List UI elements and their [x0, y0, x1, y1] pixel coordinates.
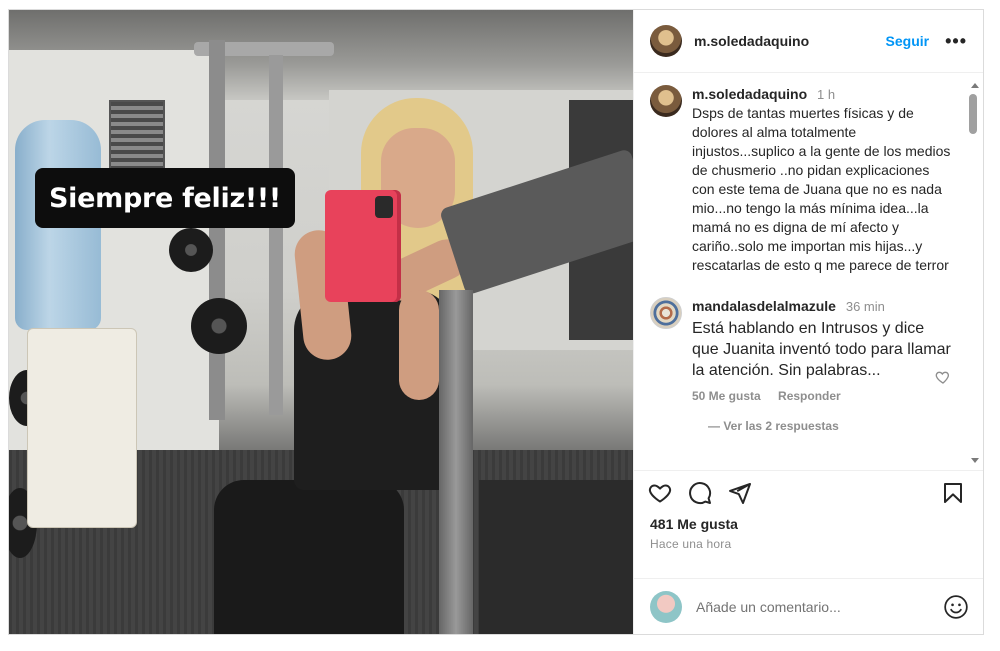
instagram-post: Siempre feliz!!! m.soledadaquino Seguir …: [8, 9, 984, 635]
comment-item: mandalasdelalmazule 36 min Está hablando…: [650, 297, 955, 403]
weight-machine-frame: [209, 40, 225, 420]
post-actions: [634, 471, 983, 515]
like-count[interactable]: 481 Me gusta: [634, 515, 983, 533]
scroll-thumb[interactable]: [969, 94, 977, 134]
add-comment-bar: [634, 578, 983, 634]
weight-plate: [169, 228, 213, 272]
phone-camera: [375, 196, 393, 218]
comment-icon[interactable]: [686, 479, 714, 507]
commenter-username[interactable]: mandalasdelalmazule: [692, 298, 836, 314]
emoji-icon[interactable]: [943, 594, 969, 620]
follow-button[interactable]: Seguir: [886, 33, 930, 49]
comments-scrollbar[interactable]: [969, 83, 981, 463]
weight-plate: [191, 298, 247, 354]
caption-time[interactable]: 1 h: [817, 87, 835, 102]
caption-body: m.soledadaquino 1 h Dsps de tantas muert…: [692, 85, 955, 275]
story-text-sticker: Siempre feliz!!!: [35, 168, 295, 228]
comment-likes-link[interactable]: 50 Me gusta: [692, 389, 761, 403]
bookmark-icon[interactable]: [939, 479, 967, 507]
comment-meta: mandalasdelalmazule 36 min: [692, 297, 955, 316]
heart-icon[interactable]: [646, 479, 674, 507]
commenter-avatar[interactable]: [650, 297, 682, 329]
person-arm: [399, 290, 439, 400]
more-icon[interactable]: •••: [945, 32, 967, 50]
comment-text: Está hablando en Intrusos y dice que Jua…: [692, 320, 951, 379]
person-legs: [214, 480, 404, 634]
caption-meta: m.soledadaquino 1 h: [692, 85, 955, 104]
author-username[interactable]: m.soledadaquino: [694, 33, 809, 49]
caption: m.soledadaquino 1 h Dsps de tantas muert…: [650, 85, 955, 275]
current-user-avatar: [650, 590, 682, 623]
caption-text: Dsps de tantas muertes físicas y de dolo…: [692, 105, 951, 273]
post-timestamp[interactable]: Hace una hora: [634, 533, 983, 551]
treadmill-post: [439, 290, 473, 634]
post-side-panel: m.soledadaquino Seguir ••• m.soledadaqui…: [633, 10, 983, 634]
view-replies-link[interactable]: — Ver las 2 respuestas: [708, 419, 955, 433]
comment-like-heart-icon[interactable]: [935, 369, 951, 385]
caption-avatar[interactable]: [650, 85, 682, 117]
reply-button[interactable]: Responder: [778, 389, 841, 403]
scroll-up-icon[interactable]: [971, 83, 979, 88]
post-header: m.soledadaquino Seguir •••: [634, 10, 983, 73]
post-photo[interactable]: Siempre feliz!!!: [9, 10, 633, 634]
author-avatar[interactable]: [650, 25, 682, 57]
weight-machine-frame: [269, 55, 283, 415]
treadmill-belt: [479, 480, 633, 634]
scroll-down-icon[interactable]: [971, 458, 979, 463]
wall-vent: [109, 100, 165, 178]
caption-username[interactable]: m.soledadaquino: [692, 86, 807, 102]
share-icon[interactable]: [726, 479, 754, 507]
comments-list[interactable]: m.soledadaquino 1 h Dsps de tantas muert…: [634, 73, 983, 471]
comment-time[interactable]: 36 min: [846, 299, 885, 314]
water-cooler: [27, 328, 137, 528]
comment-body: mandalasdelalmazule 36 min Está hablando…: [692, 297, 955, 403]
comment-input[interactable]: [696, 598, 943, 615]
comment-actions: 50 Me gusta Responder: [692, 389, 955, 403]
